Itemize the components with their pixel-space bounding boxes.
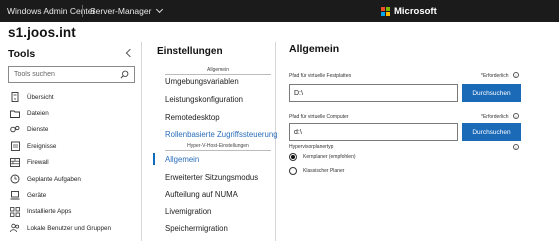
users-icon xyxy=(10,223,20,233)
tool-item-files[interactable]: Dateien xyxy=(0,105,141,121)
search-icon[interactable] xyxy=(120,70,129,79)
devices-icon xyxy=(10,191,20,201)
nav-item-storage-migration[interactable]: Speichermigration xyxy=(165,224,228,233)
topbar-divider xyxy=(82,5,83,17)
vm-path-input[interactable] xyxy=(289,123,458,141)
nav-item-performance-config[interactable]: Leistungskonfiguration xyxy=(165,95,243,104)
tools-list: Übersicht Dateien Dienste Ereignisse Fir… xyxy=(0,89,141,237)
nav-item-environment-variables[interactable]: Umgebungsvariablen xyxy=(165,77,239,86)
microsoft-grid-icon xyxy=(381,7,390,16)
tool-item-label: Lokale Benutzer und Gruppen xyxy=(27,224,112,232)
tools-search-input[interactable] xyxy=(9,67,117,82)
chevron-down-icon xyxy=(156,5,164,14)
nav-item-enhanced-session[interactable]: Erweiterter Sitzungsmodus xyxy=(165,173,258,182)
firewall-icon xyxy=(10,158,20,168)
tool-switcher-label: Server-Manager xyxy=(90,6,152,16)
nav-item-remote-desktop[interactable]: Remotedesktop xyxy=(165,113,220,122)
general-settings-form: Allgemein Pfad für virtuelle Festplatten… xyxy=(277,42,559,241)
tool-item-overview[interactable]: Übersicht xyxy=(0,89,141,105)
tool-item-scheduled-tasks[interactable]: Geplante Aufgaben xyxy=(0,171,141,187)
radio-core-scheduler[interactable]: Kernplaner (empfohlen) xyxy=(289,153,356,161)
tool-item-label: Dateien xyxy=(27,110,49,118)
tool-item-local-users[interactable]: Lokale Benutzer und Gruppen xyxy=(0,220,141,236)
scheduler-label: Hypervisorplanertyp xyxy=(289,144,334,150)
tool-item-label: Ereignisse xyxy=(27,142,57,150)
vm-path-label: Pfad für virtuelle Computer xyxy=(289,114,349,120)
settings-nav: Einstellungen Allgemein Umgebungsvariabl… xyxy=(146,42,278,241)
radio-button-checked[interactable] xyxy=(289,153,297,161)
tool-switcher[interactable]: Server-Manager xyxy=(90,5,164,16)
collapse-chevron-icon[interactable] xyxy=(125,48,135,58)
apps-icon xyxy=(10,207,20,217)
disk-path-required: *Erforderlich xyxy=(481,73,509,79)
tool-item-label: Geplante Aufgaben xyxy=(27,175,81,183)
server-name: s1.joos.int xyxy=(8,25,76,40)
group-label-hyperv: Hyper-V-Host-Einstellungen xyxy=(165,143,271,151)
microsoft-logo: Microsoft xyxy=(381,6,437,17)
nav-item-live-migration[interactable]: Livemigration xyxy=(165,207,211,216)
tools-search xyxy=(8,66,135,83)
tool-item-devices[interactable]: Geräte xyxy=(0,187,141,203)
tool-item-firewall[interactable]: Firewall xyxy=(0,155,141,171)
nav-item-numa-spanning[interactable]: Aufteilung auf NUMA xyxy=(165,190,238,199)
services-icon xyxy=(10,125,20,135)
nav-item-role-based-access[interactable]: Rollenbasierte Zugriffssteuerung xyxy=(165,130,278,139)
tool-item-label: Installierte Apps xyxy=(27,208,72,216)
radio-button[interactable] xyxy=(289,167,297,175)
tool-item-label: Firewall xyxy=(27,159,49,167)
page-title: Allgemein xyxy=(289,43,340,55)
info-icon[interactable]: i xyxy=(513,72,519,78)
disk-path-input[interactable] xyxy=(289,84,458,102)
vm-path-browse-button[interactable]: Durchsuchen xyxy=(462,123,521,141)
disk-path-label: Pfad für virtuelle Festplatten xyxy=(289,73,352,79)
vm-path-required: *Erforderlich xyxy=(481,114,509,120)
top-bar: Windows Admin Center Server-Manager Micr… xyxy=(0,0,559,22)
server-icon xyxy=(10,92,20,103)
tools-sidebar: Tools Übersicht Dateien Dienste xyxy=(0,42,142,241)
settings-title: Einstellungen xyxy=(157,46,223,57)
disk-path-browse-button[interactable]: Durchsuchen xyxy=(462,84,521,102)
clock-icon xyxy=(10,174,20,184)
events-icon xyxy=(10,141,20,152)
radio-classic-scheduler[interactable]: Klassischer Planer xyxy=(289,167,344,175)
tool-item-label: Geräte xyxy=(27,192,47,200)
tool-item-label: Übersicht xyxy=(27,93,54,101)
folder-icon xyxy=(10,109,20,119)
active-indicator xyxy=(153,153,155,165)
group-label-general: Allgemein xyxy=(165,67,271,75)
tool-item-label: Dienste xyxy=(27,126,49,134)
info-icon[interactable]: i xyxy=(513,113,519,119)
radio-label: Klassischer Planer xyxy=(303,168,345,174)
tool-item-services[interactable]: Dienste xyxy=(0,122,141,138)
tool-item-events[interactable]: Ereignisse xyxy=(0,138,141,154)
info-icon[interactable]: i xyxy=(513,144,519,150)
nav-item-general[interactable]: Allgemein xyxy=(165,155,199,164)
brand-name: Microsoft xyxy=(394,6,437,17)
radio-label: Kernplaner (empfohlen) xyxy=(303,154,356,160)
tool-item-installed-apps[interactable]: Installierte Apps xyxy=(0,204,141,220)
tools-title: Tools xyxy=(8,48,36,60)
